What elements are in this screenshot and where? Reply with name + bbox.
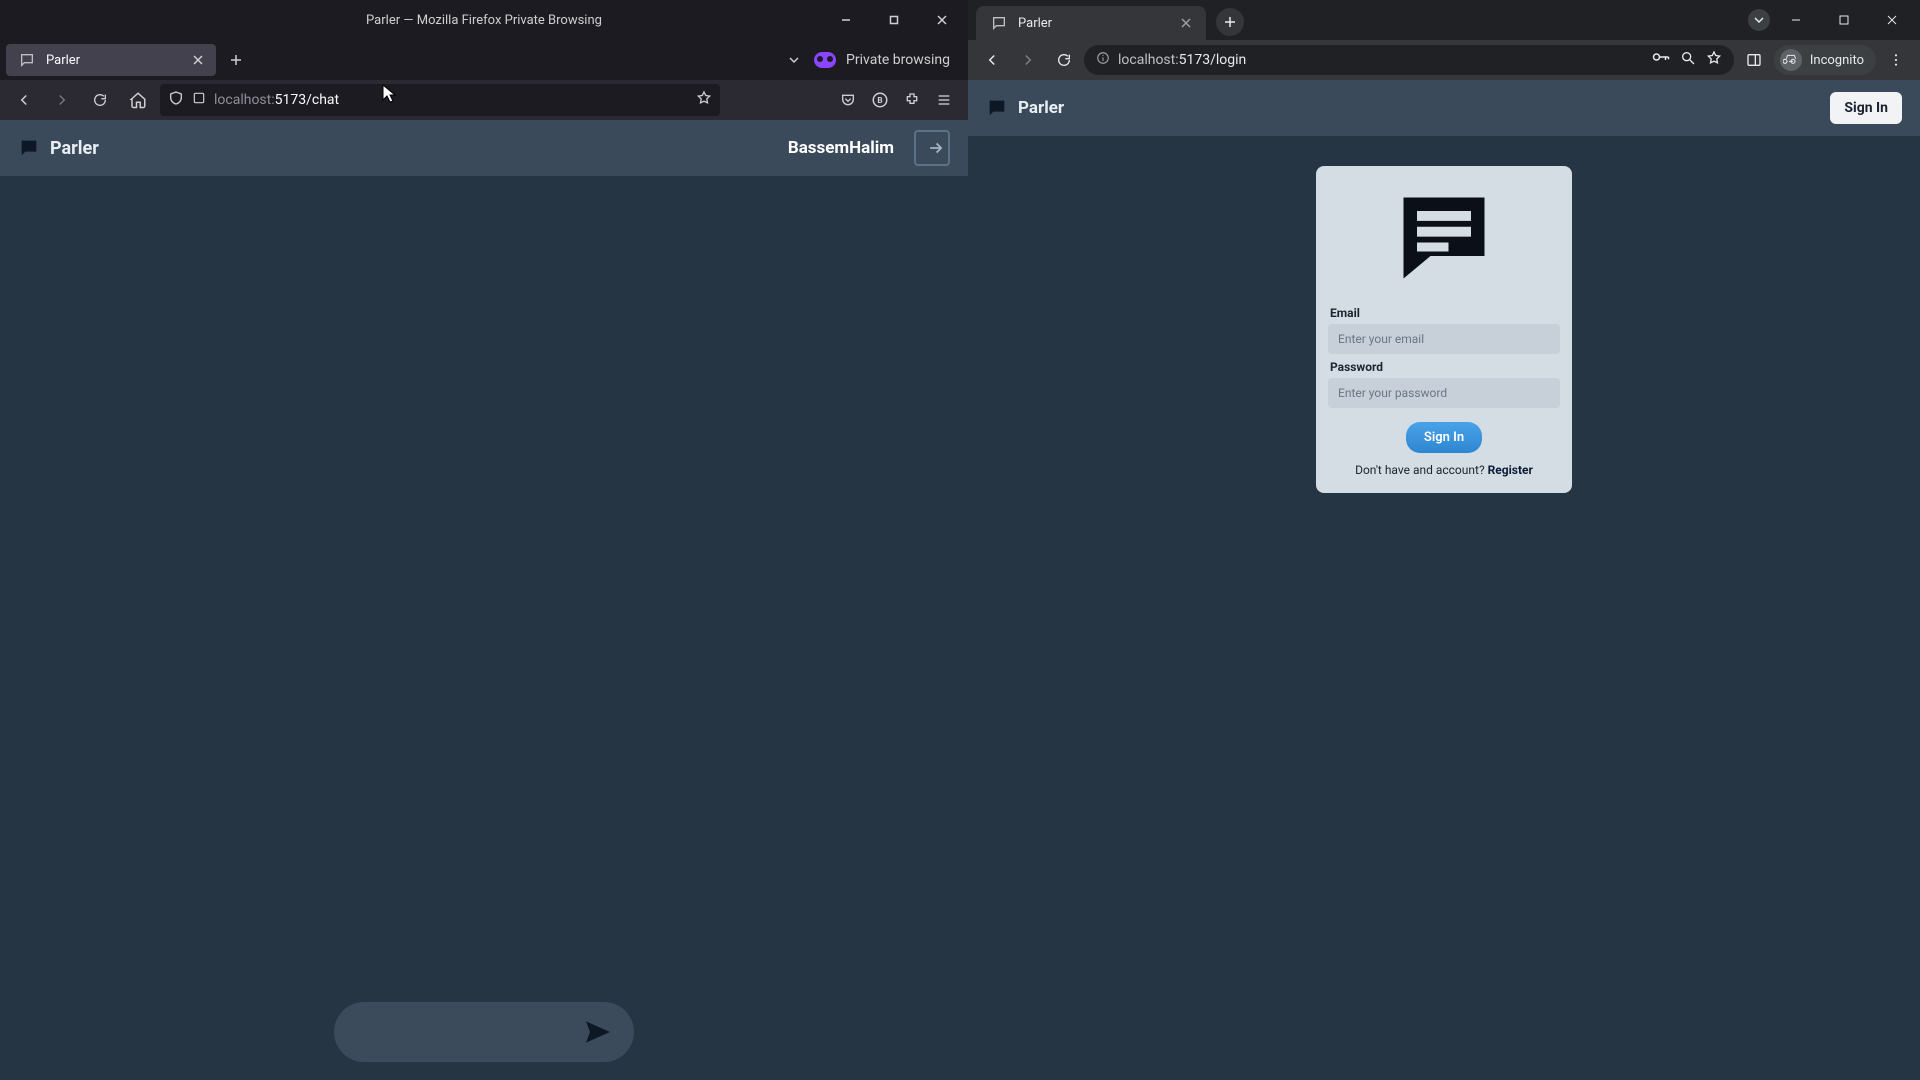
password-field[interactable] [1328,378,1560,408]
forward-button[interactable] [1012,44,1044,76]
side-panel-icon[interactable] [1738,44,1770,76]
signin-button[interactable]: Sign In [1406,422,1482,453]
url-bar[interactable]: localhost:5173/login [1084,45,1734,75]
firefox-window: Parler — Mozilla Firefox Private Browsin… [0,0,968,1080]
header-signin-button[interactable]: Sign In [1830,92,1902,124]
reload-button[interactable] [84,84,116,116]
chrome-top-controls [1748,6,1914,34]
window-title: Parler — Mozilla Firefox Private Browsin… [366,13,602,28]
close-tab-icon[interactable] [1178,15,1194,31]
parler-app-login: Parler Sign In Email Password Sign In Do… [968,80,1920,1080]
firefox-titlebar: Parler — Mozilla Firefox Private Browsin… [0,0,968,40]
firefox-tab-strip: Parler Private browsing [0,40,968,80]
private-browsing-indicator: Private browsing [784,50,962,70]
chrome-toolbar: localhost:5173/login Incognito [968,40,1920,80]
minimize-button[interactable] [1774,6,1818,34]
home-button[interactable] [122,84,154,116]
account-icon[interactable]: B [864,84,896,116]
maximize-button[interactable] [1822,6,1866,34]
app-brand: Parler [50,138,99,159]
close-button[interactable] [1870,6,1914,34]
back-button[interactable] [8,84,40,116]
window-controls [828,6,960,34]
app-header: Parler Sign In [968,80,1920,136]
chat-icon [16,49,38,71]
pocket-icon[interactable] [832,84,864,116]
maximize-button[interactable] [876,6,912,34]
logout-button[interactable] [914,130,950,166]
password-key-icon[interactable] [1652,50,1670,70]
incognito-icon [1780,49,1802,71]
password-label: Password [1330,360,1558,374]
close-button[interactable] [924,6,960,34]
register-link[interactable]: Register [1488,463,1533,477]
site-info-icon[interactable] [1096,51,1110,69]
email-label: Email [1330,306,1558,320]
browser-tab[interactable]: Parler [6,44,216,76]
message-input-bar [334,1002,634,1062]
message-input[interactable] [352,1023,580,1041]
register-prompt: Don't have and account? Register [1355,463,1533,477]
app-header: Parler BassemHalim [0,120,968,176]
close-tab-icon[interactable] [190,52,206,68]
chat-icon [18,137,40,159]
chat-body [0,176,968,1080]
incognito-label: Incognito [1810,53,1864,68]
tab-title: Parler [1018,16,1052,31]
toolbar-right: B [832,84,960,116]
email-field[interactable] [1328,324,1560,354]
chrome-tab-strip: Parler [968,0,1920,40]
chat-icon [988,12,1010,34]
url-text: localhost:5173/login [1118,52,1246,68]
private-label: Private browsing [846,52,950,68]
hamburger-menu-icon[interactable] [928,84,960,116]
chevron-down-icon[interactable] [1748,9,1770,31]
site-info-icon[interactable] [192,91,206,109]
firefox-toolbar: localhost:5173/chat B [0,80,968,120]
app-brand: Parler [1018,98,1064,118]
incognito-indicator[interactable]: Incognito [1774,45,1876,75]
bookmark-star-icon[interactable] [1706,50,1722,70]
bookmark-star-icon[interactable] [696,90,712,110]
login-area: Email Password Sign In Don't have and ac… [968,136,1920,493]
forward-button[interactable] [46,84,78,116]
kebab-menu-icon[interactable] [1880,44,1912,76]
login-card: Email Password Sign In Don't have and ac… [1316,166,1572,493]
chrome-window: Parler localhost:5173/login Incognito [968,0,1920,1080]
minimize-button[interactable] [828,6,864,34]
send-button[interactable] [580,1014,616,1050]
new-tab-button[interactable] [1216,8,1244,36]
extensions-icon[interactable] [896,84,928,116]
url-actions [1652,50,1722,70]
new-tab-button[interactable] [220,44,252,76]
shield-icon[interactable] [168,90,184,110]
browser-tab[interactable]: Parler [976,6,1206,40]
parler-app-chat: Parler BassemHalim [0,120,968,1080]
chevron-down-icon[interactable] [784,50,804,70]
svg-text:B: B [877,96,882,106]
url-bar[interactable]: localhost:5173/chat [160,84,720,116]
zoom-icon[interactable] [1680,50,1696,70]
app-logo-icon [1390,184,1498,292]
tab-title: Parler [46,53,80,68]
chat-icon [986,97,1008,119]
private-mask-icon [814,52,836,68]
back-button[interactable] [976,44,1008,76]
url-text: localhost:5173/chat [214,92,688,108]
reload-button[interactable] [1048,44,1080,76]
username-label: BassemHalim [788,138,894,158]
